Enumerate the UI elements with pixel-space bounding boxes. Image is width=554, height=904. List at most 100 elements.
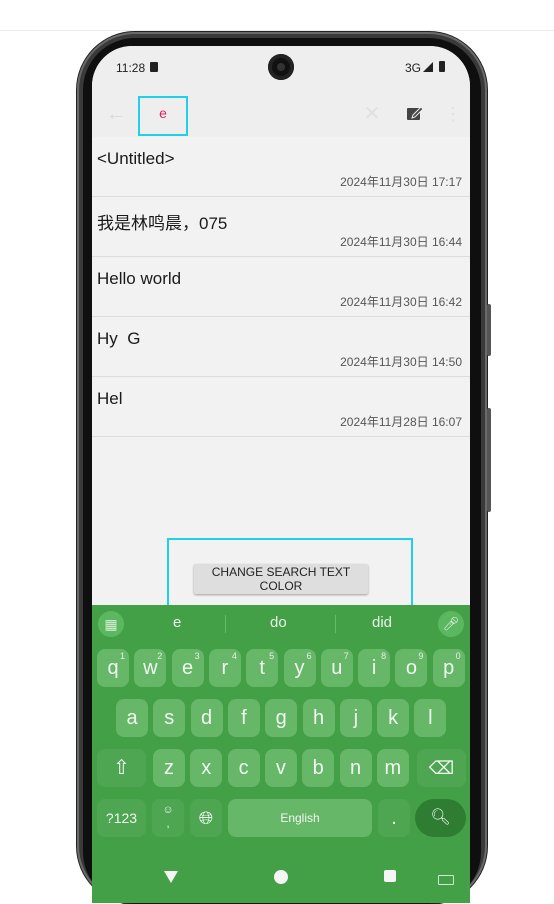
key-number-hint: 2 xyxy=(157,651,163,661)
note-date: 2024年11月30日 16:44 xyxy=(340,235,462,249)
note-date: 2024年11月28日 16:07 xyxy=(340,415,462,429)
key-label: n xyxy=(349,757,362,779)
key-m[interactable]: m xyxy=(376,749,409,787)
key-label: h xyxy=(312,707,325,729)
key-k[interactable]: k xyxy=(377,699,410,737)
key-w[interactable]: w2 xyxy=(134,649,167,687)
key-q[interactable]: q1 xyxy=(97,649,129,687)
key-label: a xyxy=(126,707,138,729)
navigation-bar xyxy=(92,854,470,903)
key-x[interactable]: x xyxy=(190,749,223,787)
more-vert-icon[interactable]: ⋮ xyxy=(444,102,462,126)
comma-label: , xyxy=(166,818,170,830)
symbols-key[interactable]: ?123 xyxy=(97,799,146,837)
key-h[interactable]: h xyxy=(302,699,335,737)
key-i[interactable]: i8 xyxy=(358,649,391,687)
suggestion-item[interactable]: do xyxy=(270,614,287,631)
status-time: 11:28 xyxy=(116,61,146,75)
suggestion-bar: ▦ e do did 🎤︎ xyxy=(92,605,470,643)
key-label: w xyxy=(143,657,158,679)
emoji-icon: ☺ xyxy=(162,804,174,816)
keyboard-switch-icon[interactable] xyxy=(438,875,454,885)
key-number-hint: 3 xyxy=(194,651,200,661)
note-title: <Untitled> xyxy=(97,149,175,168)
key-d[interactable]: d xyxy=(190,699,223,737)
note-title: Hy G xyxy=(97,329,141,348)
key-label: b xyxy=(312,757,324,779)
key-p[interactable]: p0 xyxy=(432,649,465,687)
key-label: v xyxy=(275,757,286,779)
key-label: q xyxy=(107,657,119,679)
edit-note-icon[interactable] xyxy=(406,104,424,122)
list-item[interactable]: Hello world 2024年11月30日 16:42 xyxy=(92,257,470,317)
key-r[interactable]: r4 xyxy=(208,649,241,687)
key-label: z xyxy=(164,757,174,779)
key-label: o xyxy=(405,657,417,679)
key-a[interactable]: a xyxy=(116,699,148,737)
search-toolbar: ← e ✕ ⋮ xyxy=(92,90,470,137)
key-n[interactable]: n xyxy=(339,749,372,787)
globe-icon: 🌐︎ xyxy=(198,808,214,828)
space-key[interactable]: English xyxy=(228,799,372,837)
note-date: 2024年11月30日 17:17 xyxy=(340,175,462,189)
key-label: s xyxy=(164,707,175,729)
list-item[interactable]: <Untitled> 2024年11月30日 17:17 xyxy=(92,137,470,197)
nav-recents-icon[interactable] xyxy=(384,870,396,882)
key-label: f xyxy=(241,707,247,729)
notes-list: <Untitled> 2024年11月30日 17:17 我是林鸣晨，075 2… xyxy=(92,137,470,437)
status-bar: 11:28 3G xyxy=(92,46,470,90)
battery-icon xyxy=(439,61,445,72)
key-label: u xyxy=(331,657,343,679)
emoji-comma-key[interactable]: ☺ , xyxy=(152,799,184,837)
suggestion-item[interactable]: e xyxy=(173,614,181,631)
key-number-hint: 7 xyxy=(343,651,349,661)
key-label: k xyxy=(388,707,399,729)
key-label: r xyxy=(221,657,229,679)
close-icon[interactable]: ✕ xyxy=(360,102,384,126)
key-label: e xyxy=(182,657,194,679)
key-label: d xyxy=(201,707,213,729)
period-key[interactable]: . xyxy=(378,799,410,837)
shift-key[interactable]: ⇧ xyxy=(97,749,146,787)
key-label: c xyxy=(238,757,249,779)
top-divider xyxy=(0,30,554,31)
change-search-text-color-button[interactable]: CHANGE SEARCH TEXT COLOR xyxy=(194,564,368,594)
key-c[interactable]: c xyxy=(227,749,260,787)
key-label: i xyxy=(371,657,377,679)
suggestion-item[interactable]: did xyxy=(372,614,392,631)
key-f[interactable]: f xyxy=(227,699,260,737)
nav-home-icon[interactable] xyxy=(274,870,288,884)
nav-back-icon[interactable] xyxy=(164,871,178,883)
signal-icon xyxy=(423,62,433,72)
delete-key[interactable]: ⌫ xyxy=(417,749,466,787)
key-j[interactable]: j xyxy=(339,699,372,737)
key-u[interactable]: u7 xyxy=(320,649,353,687)
search-input[interactable]: e xyxy=(138,96,188,136)
note-title: Hel xyxy=(97,389,123,408)
backspace-icon: ⌫ xyxy=(428,758,455,778)
list-item[interactable]: Hel 2024年11月28日 16:07 xyxy=(92,377,470,437)
key-s[interactable]: s xyxy=(153,699,186,737)
key-y[interactable]: y6 xyxy=(283,649,316,687)
mic-icon[interactable]: 🎤︎ xyxy=(438,611,464,637)
soft-keyboard: ▦ e do did 🎤︎ ⇧ ⌫ ?123 ☺ , 🌐︎ English . xyxy=(92,605,470,903)
key-label: t xyxy=(259,657,265,679)
key-t[interactable]: t5 xyxy=(246,649,279,687)
sim-card-icon xyxy=(150,62,158,72)
key-o[interactable]: o9 xyxy=(395,649,428,687)
key-g[interactable]: g xyxy=(265,699,298,737)
list-item[interactable]: 我是林鸣晨，075 2024年11月30日 16:44 xyxy=(92,197,470,257)
key-number-hint: 8 xyxy=(381,651,387,661)
key-v[interactable]: v xyxy=(264,749,297,787)
key-l[interactable]: l xyxy=(414,699,447,737)
key-z[interactable]: z xyxy=(153,749,185,787)
list-item[interactable]: Hy G 2024年11月30日 14:50 xyxy=(92,317,470,377)
note-date: 2024年11月30日 14:50 xyxy=(340,355,462,369)
key-label: g xyxy=(275,707,287,729)
search-key[interactable]: 🔍︎ xyxy=(415,799,466,837)
arrow-left-icon[interactable]: ← xyxy=(104,102,128,126)
language-key[interactable]: 🌐︎ xyxy=(190,799,222,837)
key-b[interactable]: b xyxy=(302,749,335,787)
apps-grid-icon[interactable]: ▦ xyxy=(98,611,124,637)
key-e[interactable]: e3 xyxy=(171,649,204,687)
